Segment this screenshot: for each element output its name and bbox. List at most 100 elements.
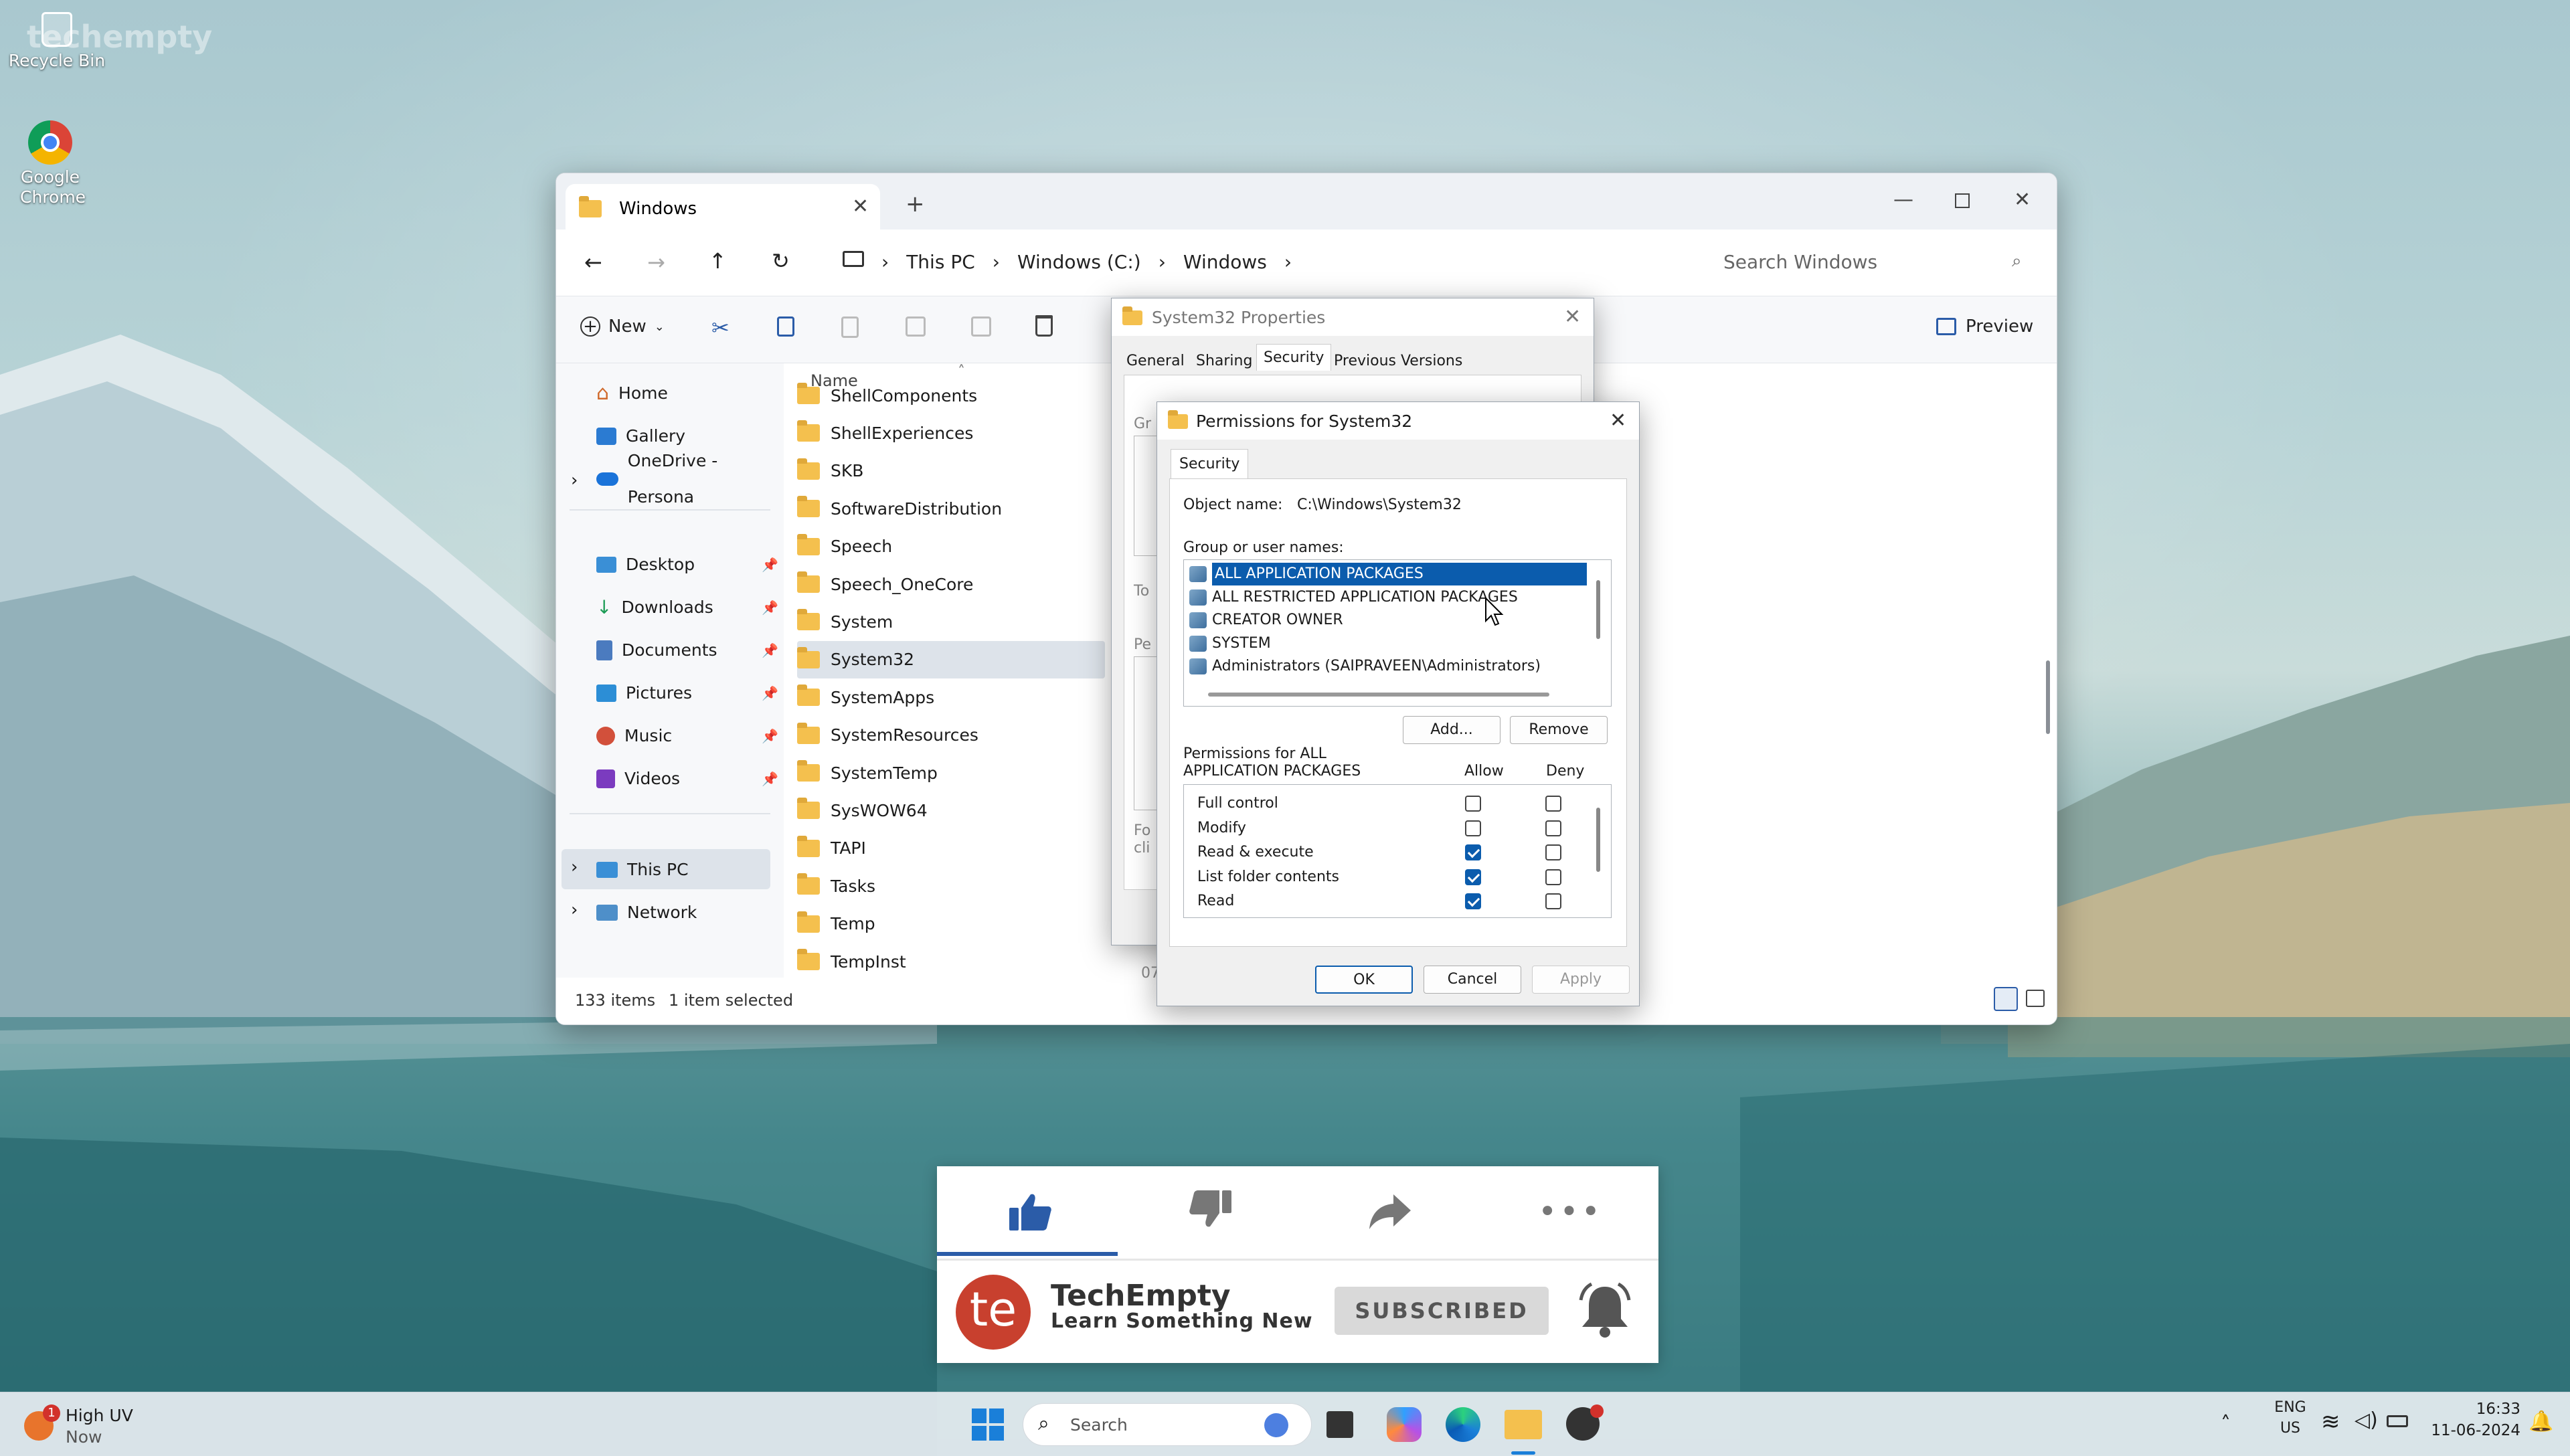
pin-icon[interactable]: 📌 — [762, 675, 778, 711]
user-list-item[interactable]: CREATOR OWNER — [1189, 609, 1591, 632]
nav-downloads[interactable]: ↓ Downloads 📌 — [596, 589, 778, 626]
file-row[interactable]: SKB — [797, 452, 1105, 490]
cancel-button[interactable]: Cancel — [1424, 966, 1521, 994]
nav-videos[interactable]: Videos 📌 — [596, 761, 778, 797]
pin-icon[interactable]: 📌 — [762, 718, 778, 754]
file-row[interactable]: SoftwareDistribution — [797, 490, 1105, 527]
apply-button[interactable]: Apply — [1532, 966, 1630, 994]
maximize-icon[interactable] — [1955, 193, 1970, 208]
tab-close-icon[interactable]: ✕ — [852, 195, 869, 218]
file-explorer-taskbar-icon[interactable] — [1505, 1410, 1542, 1439]
permissions-close-icon[interactable]: ✕ — [1610, 409, 1626, 432]
tab-sharing[interactable]: Sharing — [1196, 348, 1252, 375]
user-list-item[interactable]: ALL APPLICATION PACKAGES — [1189, 563, 1591, 585]
file-row[interactable]: ShellComponents — [797, 377, 1105, 414]
deny-checkbox[interactable] — [1545, 869, 1561, 885]
pin-icon[interactable]: 📌 — [762, 761, 778, 797]
nav-home[interactable]: ⌂ Home — [596, 375, 668, 412]
pin-icon[interactable]: 📌 — [762, 547, 778, 583]
new-button[interactable]: + New ⌄ — [580, 316, 665, 337]
user-list-item[interactable]: SYSTEM — [1189, 632, 1591, 655]
preview-button[interactable]: Preview — [1936, 316, 2033, 337]
tab-general[interactable]: General — [1126, 348, 1185, 375]
file-row[interactable]: SystemTemp — [797, 754, 1105, 792]
share-button[interactable] — [1298, 1166, 1479, 1256]
rename-icon[interactable] — [906, 316, 926, 337]
deny-checkbox[interactable] — [1545, 893, 1561, 909]
share-icon[interactable] — [971, 316, 991, 337]
forward-icon[interactable]: → — [647, 250, 665, 275]
more-options-button[interactable]: ••• — [1479, 1166, 1658, 1256]
allow-checkbox[interactable] — [1465, 869, 1481, 885]
volume-icon[interactable]: ◁) — [2354, 1408, 2378, 1432]
copilot-icon[interactable] — [1387, 1407, 1422, 1442]
tiles-view-icon[interactable] — [2026, 990, 2045, 1007]
recycle-bin-shortcut[interactable]: Recycle Bin — [0, 12, 114, 71]
minimize-icon[interactable]: — — [1893, 188, 1913, 211]
nav-desktop[interactable]: Desktop 📌 — [596, 547, 778, 583]
chevron-right-icon[interactable]: › — [571, 857, 578, 877]
nav-onedrive[interactable]: OneDrive - Persona — [596, 451, 784, 507]
details-view-icon[interactable] — [1994, 987, 2018, 1011]
file-row[interactable]: SystemApps — [797, 678, 1105, 716]
listbox-vscroll[interactable] — [1596, 580, 1600, 639]
task-view-icon[interactable] — [1326, 1411, 1353, 1438]
edge-icon[interactable] — [1446, 1407, 1480, 1442]
file-row[interactable]: TAPI — [797, 830, 1105, 867]
tab-security[interactable]: Security — [1256, 344, 1332, 371]
search-input[interactable]: Search Windows ⌕ — [1707, 242, 2042, 283]
like-button[interactable] — [937, 1166, 1118, 1256]
file-row-selected[interactable]: System32 — [797, 640, 1105, 678]
pin-icon[interactable]: 📌 — [762, 589, 778, 626]
up-icon[interactable]: ↑ — [709, 248, 727, 274]
permissions-vscroll[interactable] — [1596, 808, 1600, 872]
file-row[interactable]: Temp — [797, 905, 1105, 943]
taskbar-search[interactable]: ⌕ Search — [1023, 1403, 1312, 1446]
file-row[interactable]: System — [797, 603, 1105, 640]
user-list-item[interactable]: Administrators (SAIPRAVEEN\Administrator… — [1189, 655, 1591, 678]
file-row[interactable]: Speech_OneCore — [797, 565, 1105, 603]
breadcrumb-windows[interactable]: Windows — [1183, 251, 1267, 273]
language-indicator[interactable]: ENG US — [2263, 1399, 2317, 1437]
properties-close-icon[interactable]: ✕ — [1564, 305, 1581, 329]
file-row[interactable]: SystemResources — [797, 717, 1105, 754]
listbox-hscroll[interactable] — [1208, 693, 1549, 697]
refresh-icon[interactable]: ↻ — [772, 248, 790, 274]
breadcrumb-windows-c[interactable]: Windows (C:) — [1017, 251, 1141, 273]
deny-checkbox[interactable] — [1545, 844, 1561, 860]
dislike-button[interactable] — [1118, 1166, 1298, 1256]
new-tab-icon[interactable]: + — [906, 191, 925, 217]
paste-icon[interactable] — [841, 316, 859, 338]
chevron-right-icon[interactable]: › — [571, 470, 578, 490]
weather-widget[interactable]: 1 High UV Now — [20, 1400, 154, 1449]
tab-previous-versions[interactable]: Previous Versions — [1334, 348, 1462, 375]
user-listbox[interactable]: ALL APPLICATION PACKAGES ALL RESTRICTED A… — [1183, 559, 1612, 707]
vertical-scrollbar[interactable] — [2046, 660, 2050, 734]
bell-icon[interactable] — [1575, 1280, 1634, 1340]
wifi-icon[interactable]: ≋ — [2321, 1408, 2340, 1435]
show-hidden-icons-icon[interactable]: ˄ — [2221, 1413, 2231, 1436]
nav-documents[interactable]: Documents 📌 — [596, 632, 778, 668]
allow-checkbox[interactable] — [1465, 796, 1481, 812]
add-button[interactable]: Add... — [1403, 716, 1501, 744]
ok-button[interactable]: OK — [1315, 966, 1413, 994]
user-list-item[interactable]: ALL RESTRICTED APPLICATION PACKAGES — [1189, 586, 1591, 609]
file-row[interactable]: Speech — [797, 528, 1105, 565]
file-row[interactable]: TempInst — [797, 943, 1105, 980]
allow-checkbox[interactable] — [1465, 820, 1481, 836]
cut-icon[interactable]: ✂ — [711, 315, 730, 341]
file-row[interactable]: Tasks — [797, 867, 1105, 905]
nav-network[interactable]: Network — [596, 895, 697, 931]
file-row[interactable]: ShellExperiences — [797, 414, 1105, 452]
notification-bell-icon[interactable]: 🔔 — [2529, 1410, 2553, 1433]
clock[interactable]: 16:33 11-06-2024 — [2420, 1400, 2520, 1439]
deny-checkbox[interactable] — [1545, 820, 1561, 836]
remove-button[interactable]: Remove — [1510, 716, 1608, 744]
deny-checkbox[interactable] — [1545, 796, 1561, 812]
allow-checkbox[interactable] — [1465, 893, 1481, 909]
allow-checkbox[interactable] — [1465, 844, 1481, 860]
tab-security[interactable]: Security — [1171, 449, 1249, 478]
subscribed-button[interactable]: SUBSCRIBED — [1335, 1287, 1549, 1335]
battery-icon[interactable] — [2387, 1415, 2408, 1427]
copy-icon[interactable] — [777, 316, 794, 337]
